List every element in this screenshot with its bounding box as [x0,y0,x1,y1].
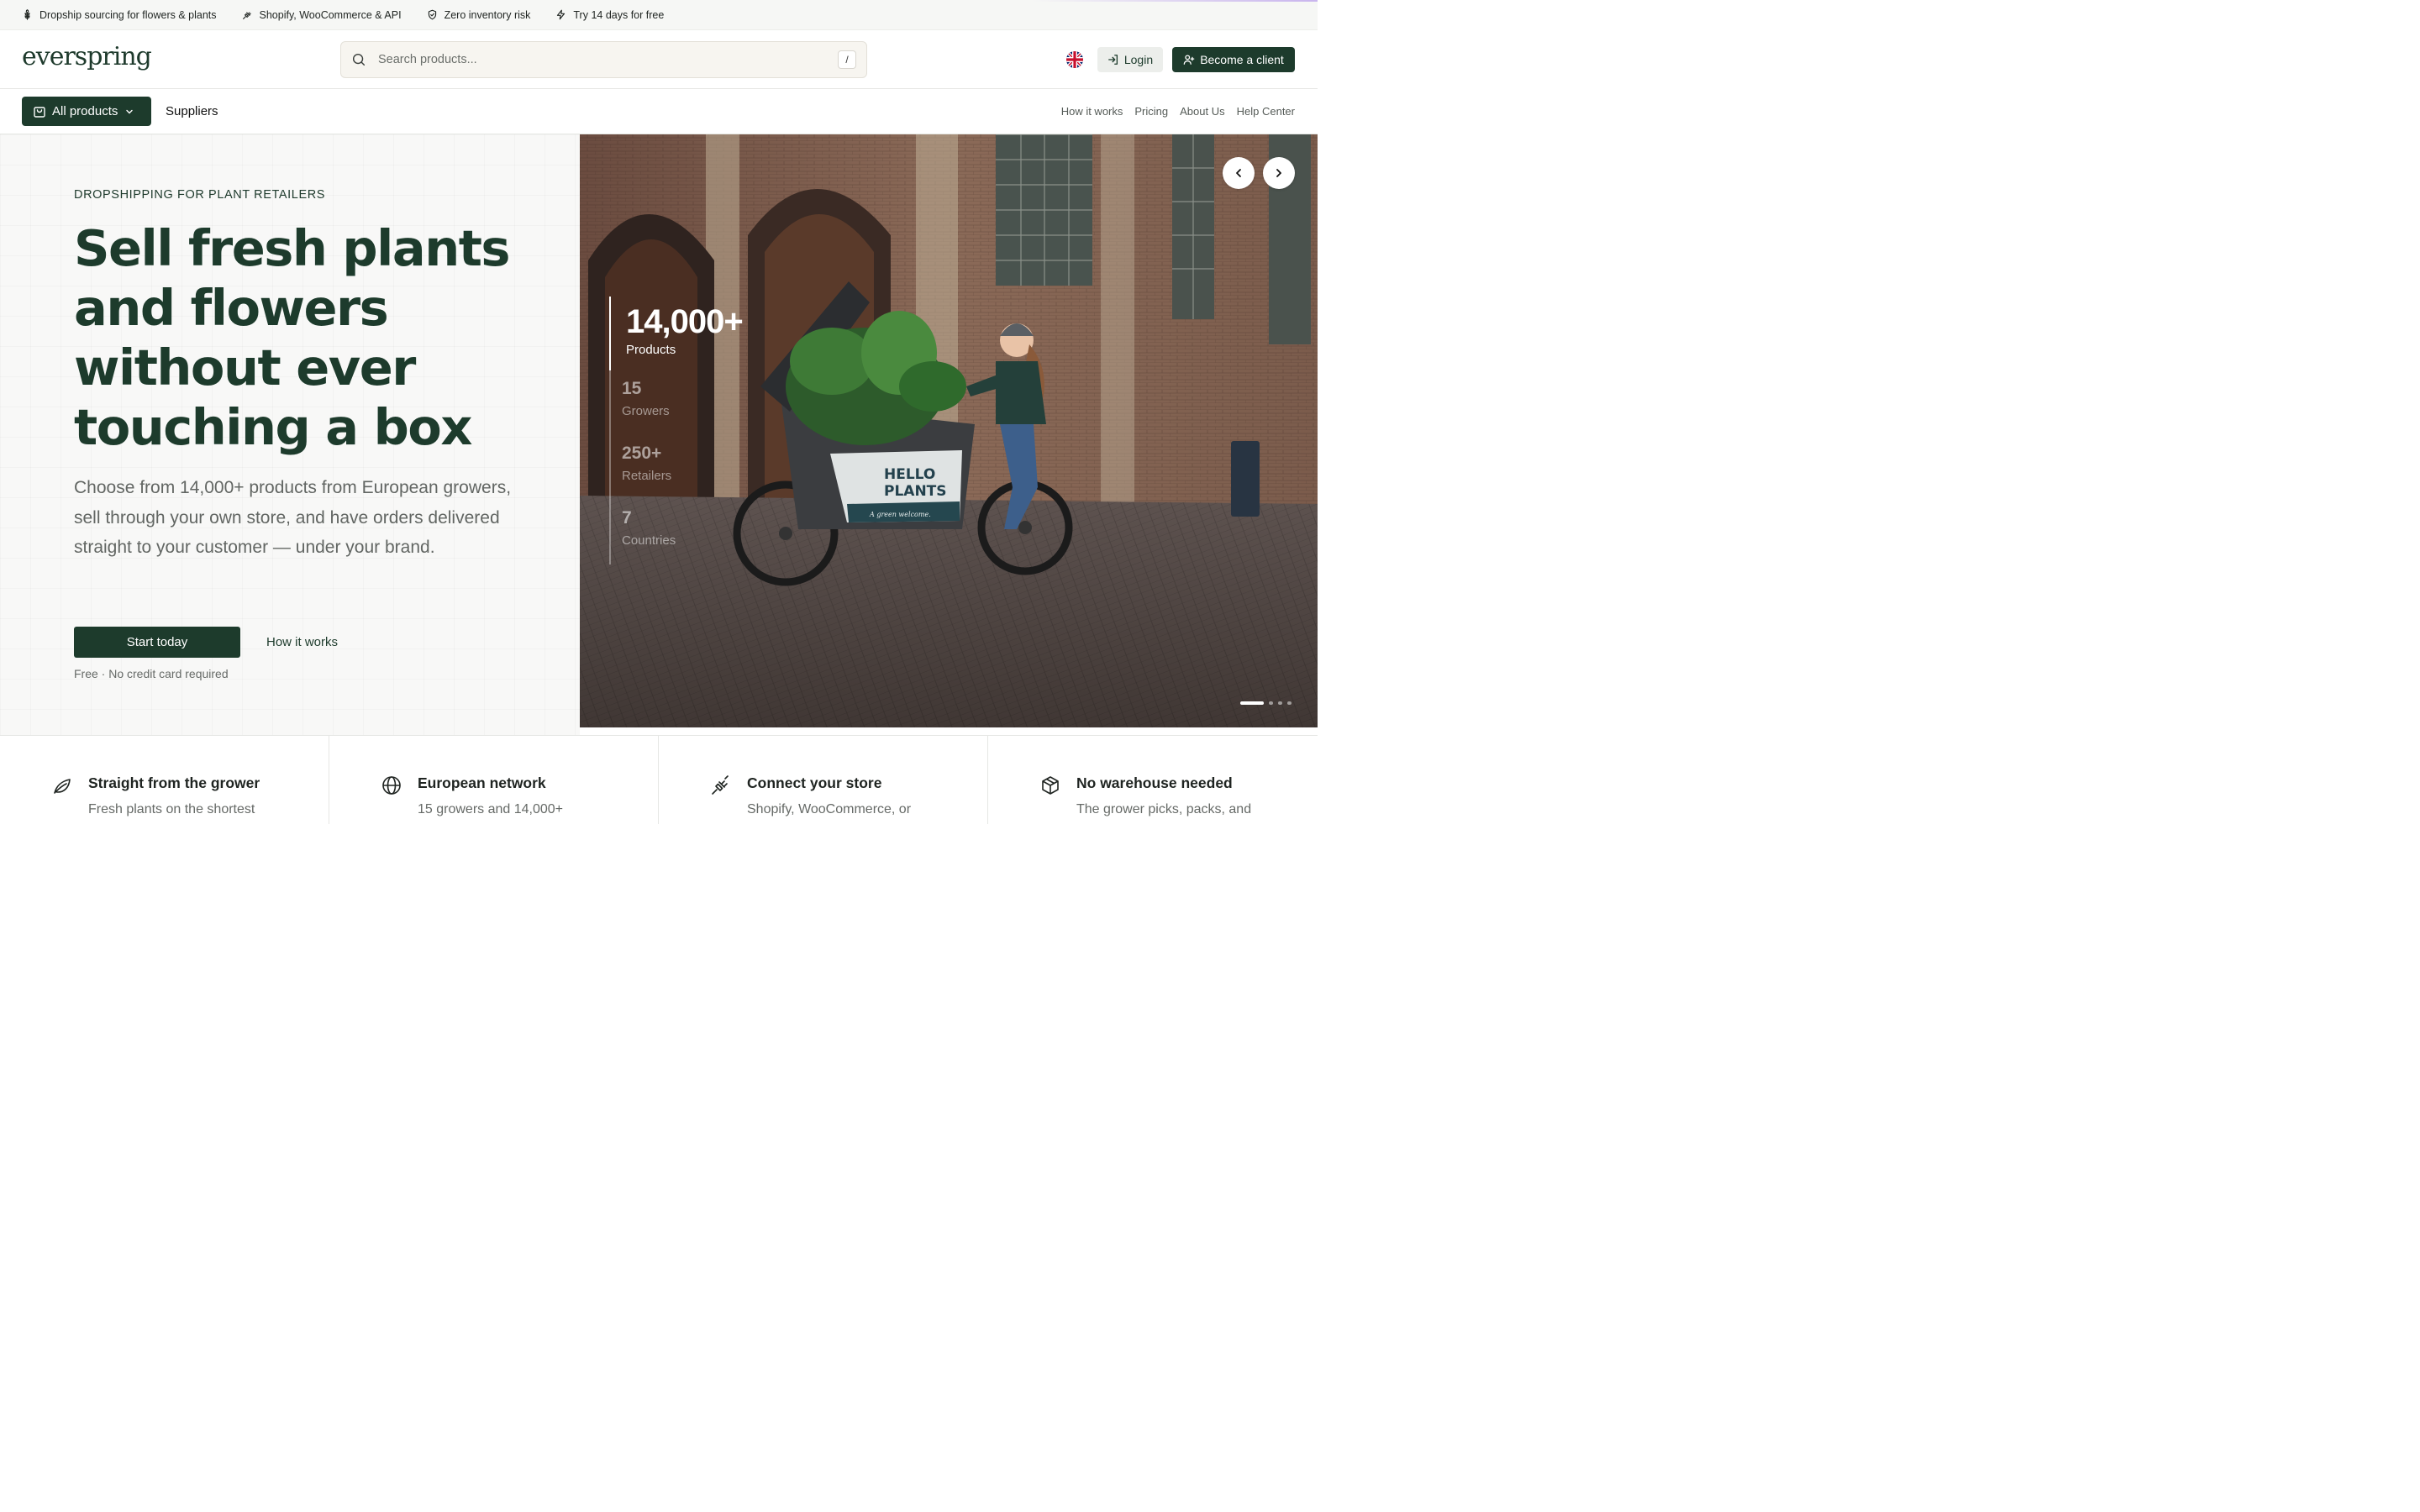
announcement-item: Try 14 days for free [555,9,664,21]
shopping-bag-icon [34,106,45,118]
carousel-prev-button[interactable] [1223,157,1255,189]
hero-eyebrow: DROPSHIPPING FOR PLANT RETAILERS [74,188,326,202]
feature-card: No warehouse needed The grower picks, pa… [988,736,1318,824]
carousel-indicators [1240,701,1292,705]
announcement-text: Shopify, WooCommerce & API [259,8,402,21]
nav-how-it-works-link[interactable]: How it works [1061,105,1123,118]
wheat-icon [24,9,30,20]
login-icon [1107,55,1118,65]
plug-icon [242,12,251,19]
sign-text-plants: PLANTS [884,483,947,500]
login-label: Login [1123,53,1154,66]
feature-title: Connect your store [747,774,882,791]
carousel-dot[interactable] [1278,701,1282,705]
hero-note: Free · No credit card required [74,667,229,680]
uk-flag-icon[interactable] [1066,51,1083,68]
feature-desc: Shopify, WooCommerce, or [747,802,912,816]
lightning-icon [557,9,566,20]
search-shortcut-key: / [838,50,856,69]
stat-retailers[interactable]: 250+ Retailers [609,435,743,500]
features-row: Straight from the grower Fresh plants on… [0,735,1318,824]
leaf-icon [54,779,71,794]
nav-pricing-link[interactable]: Pricing [1134,105,1168,118]
chevron-down-icon [126,109,134,113]
shield-check-icon [428,9,436,20]
feature-title: Straight from the grower [88,774,260,791]
search-bar[interactable]: / [340,41,867,78]
feature-title: No warehouse needed [1076,774,1233,791]
stats-list: 14,000+ Products 15 Growers 250+ Retaile… [609,297,744,564]
carousel-dot[interactable] [1269,701,1273,705]
feature-desc: 15 growers and 14,000+ [418,802,564,816]
box-icon [1042,776,1059,795]
feature-card: European network 15 growers and 14,000+ [329,736,659,824]
hero-title: Sell fresh plants and flowers without ev… [74,219,511,456]
stat-value: 14,000+ [626,303,744,340]
secondary-nav: How it works Pricing About Us Help Cente… [1061,105,1295,118]
globe-icon [382,776,401,795]
announcement-item: Dropship sourcing for flowers & plants [22,9,217,21]
stat-label: Retailers [622,469,672,483]
site-header: everspring / Login Become a client [0,30,1318,89]
search-input[interactable] [378,53,838,66]
all-products-label: All products [52,104,118,118]
start-today-button[interactable]: Start today [74,627,240,658]
feature-title: European network [418,774,546,791]
search-icon [352,53,366,66]
login-button[interactable]: Login [1097,47,1163,72]
carousel-dot[interactable] [1287,701,1292,705]
user-plus-icon [1183,55,1195,65]
hero-text-panel: DROPSHIPPING FOR PLANT RETAILERS Sell fr… [0,134,580,735]
chevron-left-icon [1236,169,1241,177]
stat-value: 15 [622,379,642,398]
carousel-dot[interactable] [1240,701,1264,705]
sign-text-hello: HELLO [884,466,935,483]
stat-countries[interactable]: 7 Countries [609,500,743,564]
announcement-bar: Dropship sourcing for flowers & plants S… [0,0,1318,30]
announcement-item: Shopify, WooCommerce & API [242,9,402,21]
all-products-button[interactable]: All products [22,97,151,126]
feature-desc: The grower picks, packs, and [1076,802,1252,816]
nav-about-link[interactable]: About Us [1180,105,1224,118]
announcement-item: Zero inventory risk [427,8,531,21]
plug-icon [712,775,729,795]
brand-logo[interactable]: everspring [22,42,152,71]
main-nav: All products Suppliers How it works Pric… [0,89,1318,134]
announcement-text: Zero inventory risk [444,8,531,21]
chevron-right-icon [1276,169,1281,177]
carousel-next-button[interactable] [1263,157,1295,189]
feature-desc: Fresh plants on the shortest [88,802,255,816]
hero-subtitle: Choose from 14,000+ products from Europe… [74,478,512,557]
feature-card: Connect your store Shopify, WooCommerce,… [659,736,988,824]
nav-suppliers-link[interactable]: Suppliers [166,104,218,118]
stat-products[interactable]: 14,000+ Products [609,297,744,370]
sign-tagline: A green welcome. [869,511,931,518]
stat-value: 7 [622,508,632,528]
become-client-button[interactable]: Become a client [1172,47,1295,72]
stat-label: Countries [622,533,676,548]
nav-help-center-link[interactable]: Help Center [1237,105,1295,118]
announcement-text: Try 14 days for free [573,8,665,21]
hero-image-carousel: HELLO PLANTS A green welcome. 14,000+ Pr… [580,134,1318,727]
stat-label: Products [626,343,676,357]
become-client-label: Become a client [1200,53,1284,66]
stat-value: 250+ [622,444,662,463]
announcement-text: Dropship sourcing for flowers & plants [39,8,217,21]
how-it-works-link[interactable]: How it works [266,635,338,649]
stat-label: Growers [622,404,670,418]
stat-growers[interactable]: 15 Growers [609,370,743,435]
feature-card: Straight from the grower Fresh plants on… [0,736,329,824]
